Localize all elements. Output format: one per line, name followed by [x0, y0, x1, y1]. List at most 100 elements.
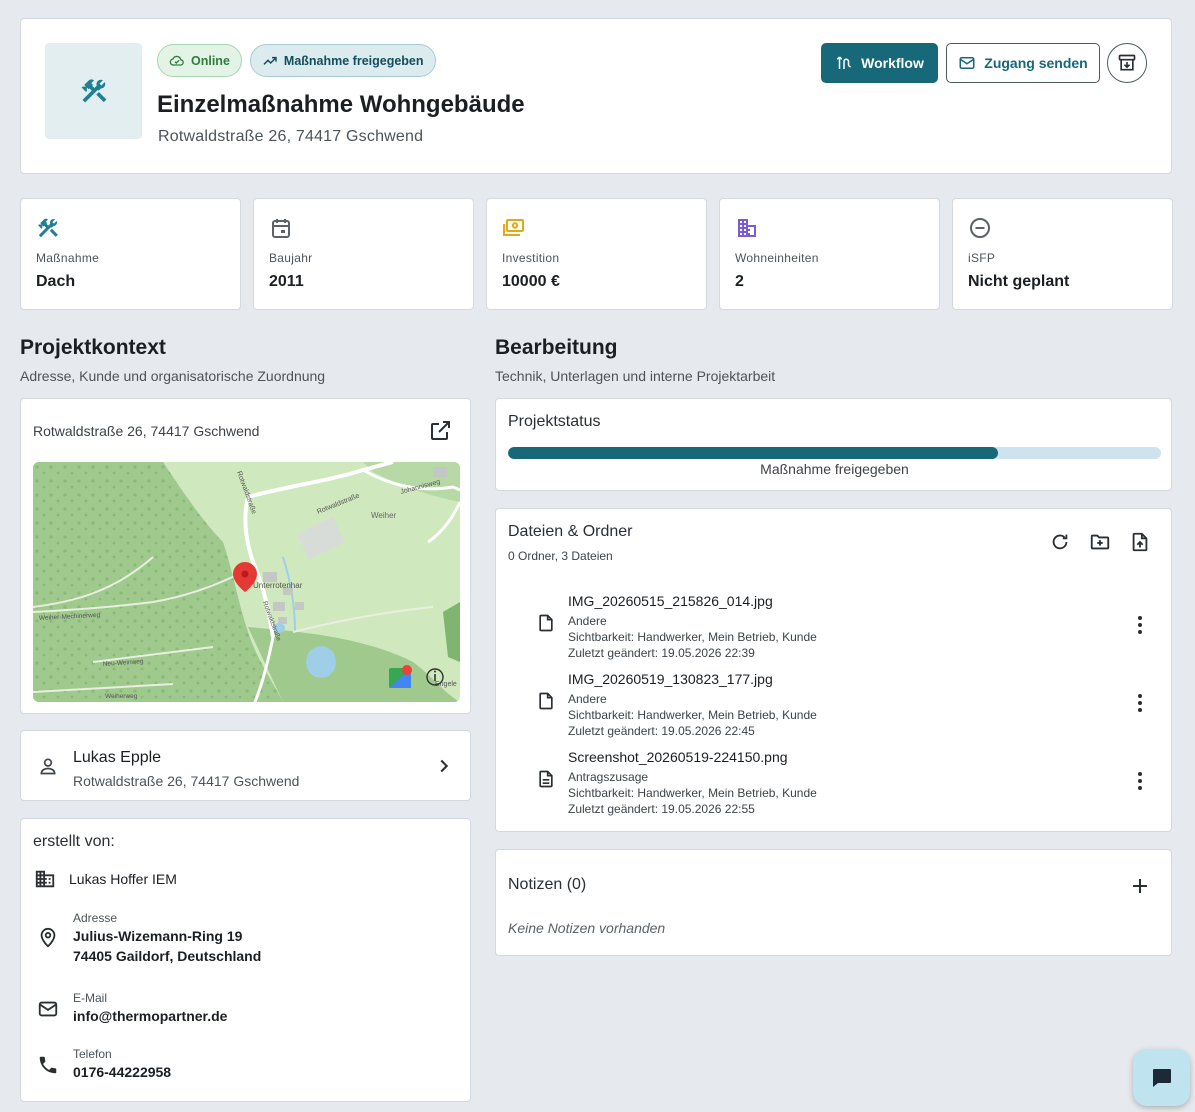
customer-name: Lukas Epple	[73, 749, 162, 766]
map-label: Weiherweg	[105, 693, 138, 700]
address-line2: 74405 Gaildorf, Deutschland	[73, 948, 262, 964]
file-icon	[536, 691, 556, 711]
file-category: Antragszusage	[568, 770, 649, 784]
cloud-check-icon	[169, 53, 185, 69]
section-title-projektkontext: Projektkontext	[20, 336, 166, 359]
file-row[interactable]: IMG_20260515_215826_014.jpg Andere Sicht…	[496, 593, 1173, 671]
stat-card-baujahr: Baujahr 2011	[253, 198, 474, 310]
stat-label: Wohneinheiten	[735, 251, 819, 265]
upload-file-icon[interactable]	[1129, 531, 1153, 555]
status-badge-label: Maßnahme freigegeben	[283, 53, 424, 68]
more-vertical-icon[interactable]	[1128, 769, 1152, 793]
project-status-title: Projektstatus	[508, 413, 601, 430]
email-value[interactable]: info@thermopartner.de	[73, 1006, 227, 1026]
map-card: Rotwaldstraße 26, 74417 Gschwend Rotwald…	[20, 398, 471, 714]
chat-button[interactable]	[1133, 1049, 1190, 1106]
page-title: Einzelmaßnahme Wohngebäude	[157, 91, 525, 118]
project-status-card: Projektstatus Maßnahme freigegeben	[495, 398, 1172, 491]
company-name: Lukas Hoffer IEM	[69, 871, 177, 887]
stat-value: Nicht geplant	[968, 273, 1070, 290]
chat-icon	[1150, 1066, 1174, 1090]
file-icon	[536, 613, 556, 633]
address-label: Adresse	[73, 911, 118, 925]
phone-icon	[37, 1054, 59, 1076]
external-link-icon[interactable]	[428, 419, 452, 443]
project-header: Online Maßnahme freigegeben Einzelmaßnah…	[20, 18, 1172, 174]
archive-icon	[1117, 53, 1137, 73]
tools-icon	[79, 76, 109, 106]
map-address: Rotwaldstraße 26, 74417 Gschwend	[33, 423, 260, 439]
project-thumbnail	[45, 43, 142, 139]
phone-value[interactable]: 0176-44222958	[73, 1062, 171, 1082]
stat-label: Investition	[502, 251, 560, 265]
stat-card-wohneinheiten: Wohneinheiten 2	[719, 198, 940, 310]
created-by-heading: erstellt von:	[33, 833, 115, 850]
map-label: Weiher	[371, 511, 397, 520]
file-category: Andere	[568, 692, 607, 706]
new-folder-icon[interactable]	[1089, 531, 1113, 555]
mail-icon	[37, 998, 59, 1020]
files-summary: 0 Ordner, 3 Dateien	[508, 549, 613, 563]
file-visibility: Sichtbarkeit: Handwerker, Mein Betrieb, …	[568, 786, 817, 800]
add-note-icon[interactable]	[1128, 874, 1152, 898]
minus-circle-icon	[968, 216, 992, 240]
file-name: IMG_20260515_215826_014.jpg	[568, 593, 773, 609]
section-title-bearbeitung: Bearbeitung	[495, 336, 618, 359]
more-vertical-icon[interactable]	[1128, 691, 1152, 715]
map-label: Unterrotenhar	[253, 581, 303, 590]
stat-value: 10000 €	[502, 273, 560, 290]
company-icon	[34, 868, 56, 890]
address-line1: Julius-Wizemann-Ring 19	[73, 928, 243, 944]
workflow-icon	[835, 54, 853, 72]
mail-icon	[958, 54, 976, 72]
stat-value: Dach	[36, 273, 76, 290]
project-address: Rotwaldstraße 26, 74417 Gschwend	[158, 128, 424, 145]
notes-card: Notizen (0) Keine Notizen vorhanden	[495, 849, 1172, 956]
section-subtitle-projektkontext: Adresse, Kunde und organisatorische Zuor…	[20, 368, 326, 384]
chevron-right-icon	[433, 755, 455, 777]
maps-logo-icon	[389, 665, 412, 688]
building-icon	[735, 216, 759, 240]
stat-value: 2	[735, 273, 744, 290]
created-by-card: erstellt von: Lukas Hoffer IEM Adresse J…	[20, 818, 471, 1102]
phone-label: Telefon	[73, 1047, 112, 1061]
file-row[interactable]: IMG_20260519_130823_177.jpg Andere Sicht…	[496, 671, 1173, 749]
refresh-icon[interactable]	[1049, 531, 1073, 555]
progress-label: Maßnahme freigegeben	[760, 461, 909, 477]
stat-card-isfp: iSFP Nicht geplant	[952, 198, 1173, 310]
send-access-button[interactable]: Zugang senden	[946, 43, 1100, 83]
progress-bar-fill	[508, 447, 998, 459]
progress-bar	[508, 447, 1161, 459]
file-category: Andere	[568, 614, 607, 628]
file-modified: Zuletzt geändert: 19.05.2026 22:45	[568, 724, 755, 738]
file-name: IMG_20260519_130823_177.jpg	[568, 671, 773, 687]
online-badge-label: Online	[191, 53, 230, 68]
notes-title: Notizen (0)	[508, 876, 587, 893]
file-text-icon	[536, 769, 556, 789]
customer-card[interactable]: Lukas Epple Rotwaldstraße 26, 74417 Gsch…	[20, 730, 471, 801]
person-icon	[38, 756, 58, 776]
files-card: Dateien & Ordner 0 Ordner, 3 Dateien IMG…	[495, 508, 1172, 832]
stat-label: Maßnahme	[36, 251, 100, 265]
file-visibility: Sichtbarkeit: Handwerker, Mein Betrieb, …	[568, 708, 817, 722]
more-vertical-icon[interactable]	[1128, 613, 1152, 637]
tools-icon	[36, 216, 60, 240]
file-modified: Zuletzt geändert: 19.05.2026 22:55	[568, 802, 755, 816]
cash-icon	[502, 216, 526, 240]
email-label: E-Mail	[73, 991, 108, 1005]
archive-button[interactable]	[1107, 43, 1147, 83]
file-visibility: Sichtbarkeit: Handwerker, Mein Betrieb, …	[568, 630, 817, 644]
customer-address: Rotwaldstraße 26, 74417 Gschwend	[73, 773, 300, 789]
stat-card-massnahme: Maßnahme Dach	[20, 198, 241, 310]
files-title: Dateien & Ordner	[508, 523, 633, 540]
trending-up-icon	[262, 53, 278, 69]
workflow-button[interactable]: Workflow	[821, 43, 938, 83]
file-row[interactable]: Screenshot_20260519-224150.png Antragszu…	[496, 749, 1173, 827]
status-badge: Maßnahme freigegeben	[249, 44, 436, 77]
map[interactable]: Rotwaldstraße Rotwaldstraße Johannisweg …	[33, 462, 460, 702]
calendar-icon	[269, 216, 293, 240]
notes-empty-text: Keine Notizen vorhanden	[508, 920, 666, 936]
workflow-button-label: Workflow	[861, 55, 924, 71]
stat-card-investition: Investition 10000 €	[486, 198, 707, 310]
stat-label: iSFP	[968, 251, 996, 265]
